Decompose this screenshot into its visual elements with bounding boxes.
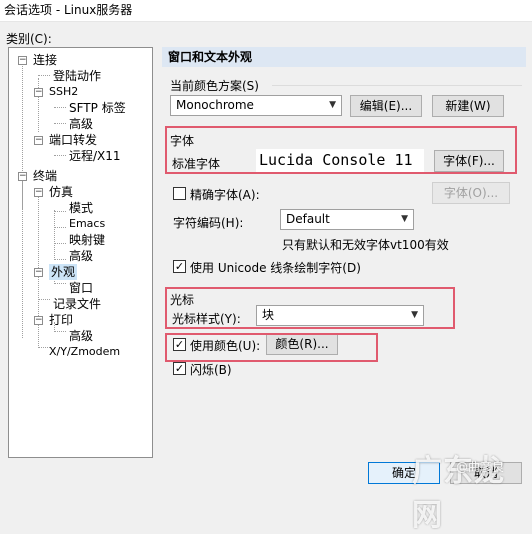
tree-item-window[interactable]: 窗口: [69, 280, 93, 296]
tree-item-mode[interactable]: 模式: [69, 200, 93, 216]
encoding-select[interactable]: Default ▼: [280, 209, 414, 230]
watermark-author: @曲彦良: [456, 460, 505, 474]
tree-item-advanced[interactable]: 高级: [69, 116, 93, 132]
tree-item-sftp-tab[interactable]: SFTP 标签: [69, 100, 126, 116]
tree-item-terminal[interactable]: 终端: [33, 168, 57, 184]
precise-font-label: 精确字体(A):: [190, 188, 260, 202]
precise-font-button[interactable]: 字体(O)...: [432, 182, 510, 204]
encoding-label: 字符编码(H):: [173, 216, 244, 230]
edit-button[interactable]: 编辑(E)...: [350, 95, 422, 117]
new-button[interactable]: 新建(W): [432, 95, 504, 117]
tree-item-xyzmodem[interactable]: X/Y/Zmodem: [49, 344, 120, 360]
chevron-down-icon: ▼: [329, 100, 336, 110]
highlight-box: [165, 333, 378, 362]
precise-font-checkbox[interactable]: [173, 187, 186, 200]
collapse-icon[interactable]: −: [34, 136, 43, 145]
tree-item-log-file[interactable]: 记录文件: [53, 296, 101, 312]
color-scheme-label: 当前颜色方案(S): [170, 79, 259, 93]
encoding-note: 只有默认和无效字体vt100有效: [282, 238, 449, 252]
tree-item-advanced[interactable]: 高级: [69, 248, 93, 264]
highlight-box: [165, 126, 517, 174]
unicode-checkbox[interactable]: ✓: [173, 260, 186, 273]
tree-item-connection[interactable]: 连接: [33, 52, 57, 68]
unicode-label: 使用 Unicode 线条绘制字符(D): [190, 261, 361, 275]
encoding-value: Default: [286, 212, 330, 226]
color-scheme-select[interactable]: Monochrome ▼: [170, 95, 342, 116]
category-label: 类别(C):: [6, 32, 52, 46]
blink-label: 闪烁(B): [190, 363, 232, 377]
collapse-icon[interactable]: −: [34, 88, 43, 97]
highlight-box: [165, 287, 455, 329]
collapse-icon[interactable]: −: [18, 56, 27, 65]
tree-item-ssh2[interactable]: SSH2: [49, 84, 78, 100]
chevron-down-icon: ▼: [401, 214, 408, 224]
collapse-icon[interactable]: −: [34, 268, 43, 277]
panel-title: 窗口和文本外观: [162, 47, 526, 67]
tree-item-port-forward[interactable]: 端口转发: [49, 132, 97, 148]
collapse-icon[interactable]: −: [34, 188, 43, 197]
color-scheme-value: Monochrome: [176, 98, 254, 112]
tree-item-mapped-keys[interactable]: 映射键: [69, 232, 105, 248]
tree-item-emacs[interactable]: Emacs: [69, 216, 105, 232]
category-tree[interactable]: − 连接 登陆动作 − SSH2 SFTP 标签 高级 − 端口转发 远程/X1…: [8, 47, 153, 458]
tree-item-remote-x11[interactable]: 远程/X11: [69, 148, 121, 164]
collapse-icon[interactable]: −: [18, 172, 27, 181]
tree-item-emulation[interactable]: 仿真: [49, 184, 73, 200]
tree-item-advanced[interactable]: 高级: [69, 328, 93, 344]
collapse-icon[interactable]: −: [34, 316, 43, 325]
tree-item-login-actions[interactable]: 登陆动作: [53, 68, 101, 84]
tree-item-appearance[interactable]: 外观: [49, 264, 78, 280]
tree-item-printing[interactable]: 打印: [49, 312, 73, 328]
blink-checkbox[interactable]: ✓: [173, 362, 186, 375]
window-title: 会话选项 - Linux服务器: [0, 0, 532, 22]
